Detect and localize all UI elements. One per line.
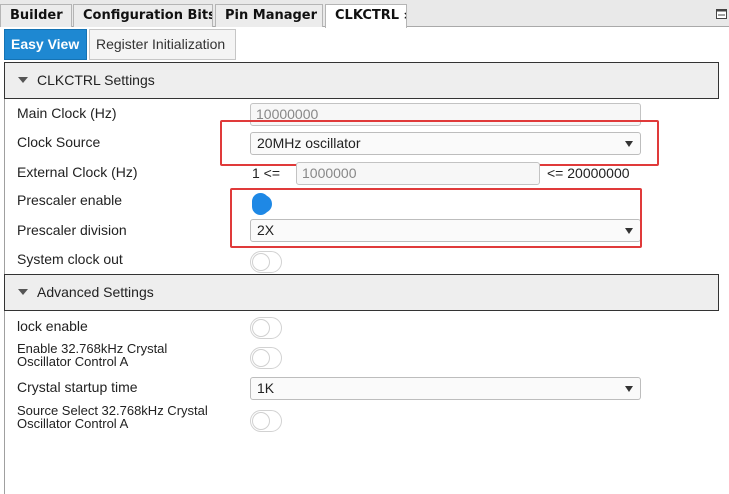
external-clock-min: 1 <=: [252, 165, 281, 181]
chevron-down-icon: [625, 386, 633, 392]
tab-label: Builder: [10, 8, 63, 23]
label-line: Oscillator Control A: [17, 416, 129, 431]
clkctrl-settings-header[interactable]: CLKCTRL Settings: [4, 62, 719, 99]
annotation-highlight-box: [220, 120, 659, 166]
system-clock-out-toggle[interactable]: [250, 251, 282, 273]
tab-configuration-bits[interactable]: Configuration Bits: [73, 4, 213, 27]
external-clock-max: <= 20000000: [547, 165, 630, 181]
enable-xosc-toggle[interactable]: [250, 347, 282, 369]
prescaler-division-label: Prescaler division: [17, 222, 127, 238]
label-line: Oscillator Control A: [17, 354, 129, 369]
toggle-knob: [252, 349, 270, 367]
external-clock-field[interactable]: 1000000: [296, 162, 540, 185]
selected-value: 1K: [257, 380, 275, 396]
tab-label: Pin Manager: [225, 8, 318, 23]
main-clock-label: Main Clock (Hz): [17, 105, 117, 121]
clock-source-label: Clock Source: [17, 134, 101, 150]
external-clock-label: External Clock (Hz): [17, 164, 138, 180]
section-title: CLKCTRL Settings: [37, 72, 155, 88]
editor-tab-bar: Builder Configuration Bits Pin Manager C…: [0, 0, 729, 28]
tab-easy-view[interactable]: Easy View: [4, 29, 87, 60]
view-tabs: Easy View Register Initialization: [0, 27, 729, 62]
toggle-knob: [252, 253, 270, 271]
annotation-highlight-box: [230, 188, 642, 248]
restore-icon[interactable]: [716, 9, 727, 19]
lock-enable-label: lock enable: [17, 318, 88, 334]
toggle-knob: [252, 412, 270, 430]
tab-pin-manager[interactable]: Pin Manager: [215, 4, 323, 27]
lock-enable-toggle[interactable]: [250, 317, 282, 339]
system-clock-out-label: System clock out: [17, 251, 123, 267]
section-title: Advanced Settings: [37, 284, 154, 300]
source-select-label: Source Select 32.768kHz Crystal Oscillat…: [17, 404, 208, 430]
collapse-triangle-icon: [18, 77, 28, 83]
tab-label: Configuration Bits: [83, 8, 213, 23]
crystal-startup-label: Crystal startup time: [17, 379, 138, 395]
tab-clkctrl[interactable]: CLKCTRL×: [325, 4, 407, 28]
tab-label: CLKCTRL: [335, 8, 400, 23]
tab-builder[interactable]: Builder: [0, 4, 72, 27]
enable-xosc-label: Enable 32.768kHz Crystal Oscillator Cont…: [17, 342, 167, 368]
close-icon[interactable]: ×: [403, 9, 406, 22]
advanced-settings-header[interactable]: Advanced Settings: [4, 274, 719, 311]
collapse-triangle-icon: [18, 289, 28, 295]
tab-register-initialization[interactable]: Register Initialization: [89, 29, 236, 60]
crystal-startup-dropdown[interactable]: 1K: [250, 377, 641, 400]
source-select-toggle[interactable]: [250, 410, 282, 432]
prescaler-enable-label: Prescaler enable: [17, 192, 123, 208]
toggle-knob: [252, 319, 270, 337]
